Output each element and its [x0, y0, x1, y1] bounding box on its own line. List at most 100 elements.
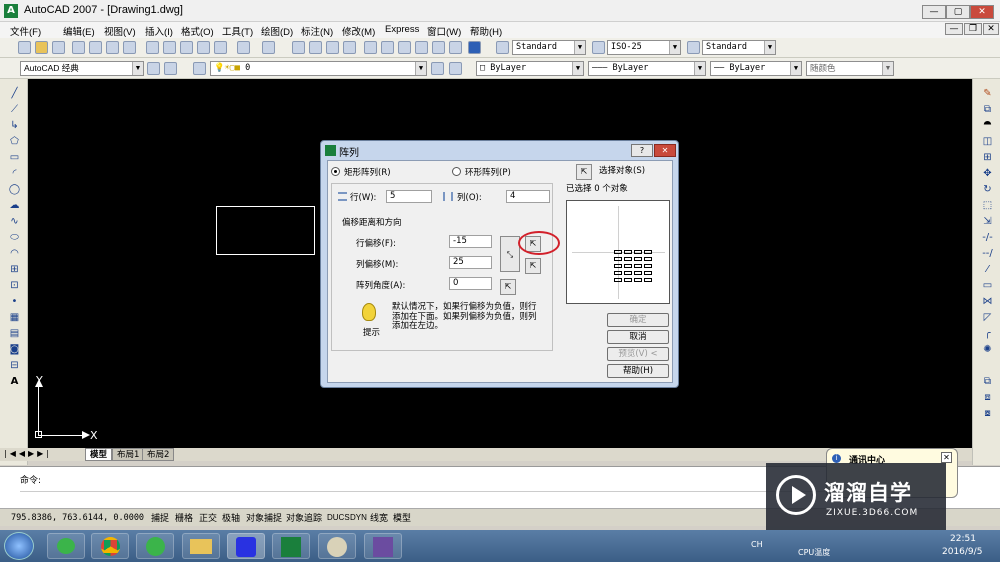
menu-draw[interactable]: 绘图(D) [261, 24, 293, 38]
ellipse-icon[interactable]: ⬭ [8, 231, 21, 244]
construction-line-icon[interactable]: ⟋ [8, 103, 21, 116]
region-icon[interactable]: ◙ [8, 343, 21, 356]
text-style-select[interactable]: Standard ▼ [512, 40, 586, 55]
tab-layout2[interactable]: 布局2 [142, 448, 175, 461]
autocad-app-icon[interactable]: A [4, 4, 18, 18]
clock-time[interactable]: 22:51 [950, 534, 976, 544]
zoom-realtime-icon[interactable] [309, 41, 322, 54]
close-icon[interactable]: ✕ [941, 452, 952, 463]
match-properties-icon[interactable] [197, 41, 210, 54]
polyline-icon[interactable]: ↳ [8, 119, 21, 132]
table-style-select[interactable]: Standard ▼ [702, 40, 776, 55]
clock-date[interactable]: 2016/9/5 [942, 547, 982, 557]
cancel-button[interactable]: 取消 [607, 330, 669, 344]
layer-previous-icon[interactable] [449, 62, 462, 75]
table-icon[interactable]: ⊟ [8, 359, 21, 372]
revision-cloud-icon[interactable]: ☁ [8, 199, 21, 212]
fillet-icon[interactable]: ╭ [981, 327, 994, 340]
print-icon[interactable] [72, 41, 85, 54]
line-icon[interactable]: ╱ [8, 87, 21, 100]
explode-icon[interactable]: ✺ [981, 343, 994, 356]
gradient-icon[interactable]: ▤ [8, 327, 21, 340]
menu-insert[interactable]: 插入(I) [145, 24, 173, 38]
move-icon[interactable]: ✥ [981, 167, 994, 180]
arc-icon[interactable]: ◜ [8, 167, 21, 180]
pick-both-offsets-button[interactable]: ⤡ [500, 236, 520, 272]
menu-dimension[interactable]: 标注(N) [301, 24, 333, 38]
polygon-icon[interactable]: ⬠ [8, 135, 21, 148]
join-icon[interactable]: ⋈ [981, 295, 994, 308]
publish-icon[interactable] [106, 41, 119, 54]
workspace-settings-icon[interactable] [147, 62, 160, 75]
make-block-icon[interactable]: ⊡ [8, 279, 21, 292]
linetype-select[interactable]: ——— ByLayer ▼ [588, 61, 706, 76]
menu-express[interactable]: Express [385, 24, 419, 35]
polar-array-radio[interactable] [452, 167, 461, 176]
rows-input[interactable]: 5 [386, 190, 432, 203]
tool-palettes-icon[interactable] [398, 41, 411, 54]
menu-format[interactable]: 格式(O) [181, 24, 214, 38]
undo-icon[interactable] [237, 41, 250, 54]
layer-select[interactable]: 💡☀▢■ 0 ▼ [210, 61, 427, 76]
dyn-toggle[interactable]: DYN [349, 511, 368, 525]
close-button[interactable]: ✕ [970, 5, 994, 19]
explorer-taskbar-icon[interactable] [182, 533, 220, 559]
minimize-button[interactable]: — [922, 5, 946, 19]
dialog-help-button[interactable]: ? [631, 144, 653, 157]
hatch-icon[interactable]: ▦ [8, 311, 21, 324]
help-button[interactable]: 帮助(H) [607, 364, 669, 378]
save-icon[interactable] [52, 41, 65, 54]
menu-window[interactable]: 窗口(W) [427, 24, 461, 38]
point-icon[interactable]: • [8, 295, 21, 308]
model-toggle[interactable]: 模型 [392, 511, 412, 525]
tab-layout1[interactable]: 布局1 [112, 448, 145, 461]
menu-edit[interactable]: 编辑(E) [63, 24, 95, 38]
copy-icon[interactable] [163, 41, 176, 54]
chrome-taskbar-icon[interactable] [91, 533, 129, 559]
pick-angle-button[interactable]: ⇱ [500, 279, 516, 295]
paste-icon[interactable] [180, 41, 193, 54]
snap-toggle[interactable]: 捕捉 [150, 511, 170, 525]
mirror-icon[interactable]: ⯊ [981, 119, 994, 132]
draw-order-icon[interactable]: ⧉ [981, 375, 994, 388]
spline-icon[interactable]: ∿ [8, 215, 21, 228]
zoom-previous-icon[interactable] [343, 41, 356, 54]
block-editor-icon[interactable] [214, 41, 227, 54]
array-angle-input[interactable]: 0 [449, 277, 492, 290]
ime-indicator[interactable]: CH [751, 540, 763, 549]
multiline-text-icon[interactable]: A [8, 375, 21, 388]
menu-view[interactable]: 视图(V) [104, 24, 136, 38]
color-select[interactable]: □ ByLayer ▼ [476, 61, 584, 76]
help-icon[interactable] [468, 41, 481, 54]
maximize-button[interactable]: ▢ [946, 5, 970, 19]
chamfer-icon[interactable]: ◸ [981, 311, 994, 324]
ortho-toggle[interactable]: 正交 [198, 511, 218, 525]
plotstyle-select[interactable]: 随颜色 ▼ [806, 61, 894, 76]
polar-toggle[interactable]: 极轴 [221, 511, 241, 525]
plot-icon[interactable] [123, 41, 136, 54]
menu-help[interactable]: 帮助(H) [470, 24, 502, 38]
app-taskbar-icon[interactable] [364, 533, 402, 559]
markup-icon[interactable] [432, 41, 445, 54]
tab-model[interactable]: 模型 [85, 448, 113, 461]
bring-front-icon[interactable]: ⧈ [981, 391, 994, 404]
layer-manager-icon[interactable] [193, 62, 206, 75]
copy-object-icon[interactable]: ⧉ [981, 103, 994, 116]
row-offset-input[interactable]: -15 [449, 235, 492, 248]
circle-icon[interactable]: ◯ [8, 183, 21, 196]
select-objects-button[interactable]: ⇱ [576, 164, 592, 180]
ok-button[interactable]: 确定 [607, 313, 669, 327]
break-icon[interactable]: ▭ [981, 279, 994, 292]
browser-taskbar-icon[interactable] [136, 533, 174, 559]
col-offset-input[interactable]: 25 [449, 256, 492, 269]
redo-icon[interactable] [262, 41, 275, 54]
make-current-layer-icon[interactable] [431, 62, 444, 75]
break-at-point-icon[interactable]: ⁄ [981, 263, 994, 276]
wechat-taskbar-icon[interactable] [47, 533, 85, 559]
extend-icon[interactable]: --/ [981, 247, 994, 260]
osnap-toggle[interactable]: 对象捕捉 [245, 511, 283, 525]
preview-icon[interactable] [89, 41, 102, 54]
rect-array-radio[interactable] [331, 167, 340, 176]
trim-icon[interactable]: -/- [981, 231, 994, 244]
ellipse-arc-icon[interactable]: ◠ [8, 247, 21, 260]
